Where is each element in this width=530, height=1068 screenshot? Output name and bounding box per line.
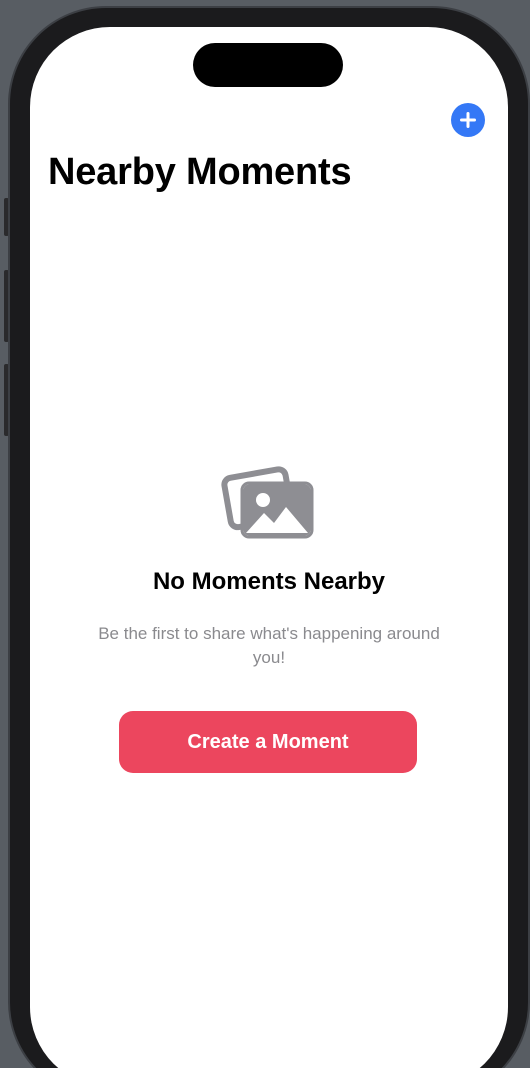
action-button [4,198,9,236]
photo-stack-icon [221,466,314,539]
page-title: Nearby Moments [48,151,352,193]
empty-state-title: No Moments Nearby [152,568,386,595]
plus-icon [460,112,476,128]
dynamic-island [193,43,343,87]
create-moment-button[interactable]: Create a Moment [119,711,417,773]
add-moment-button[interactable] [451,103,485,137]
empty-state-subtitle: Be the first to share what's happening a… [98,624,440,667]
app-screen: Nearby Moments No Moments Nearby Be the … [30,27,508,1068]
volume-up-button [4,270,9,342]
volume-down-button [4,364,9,436]
